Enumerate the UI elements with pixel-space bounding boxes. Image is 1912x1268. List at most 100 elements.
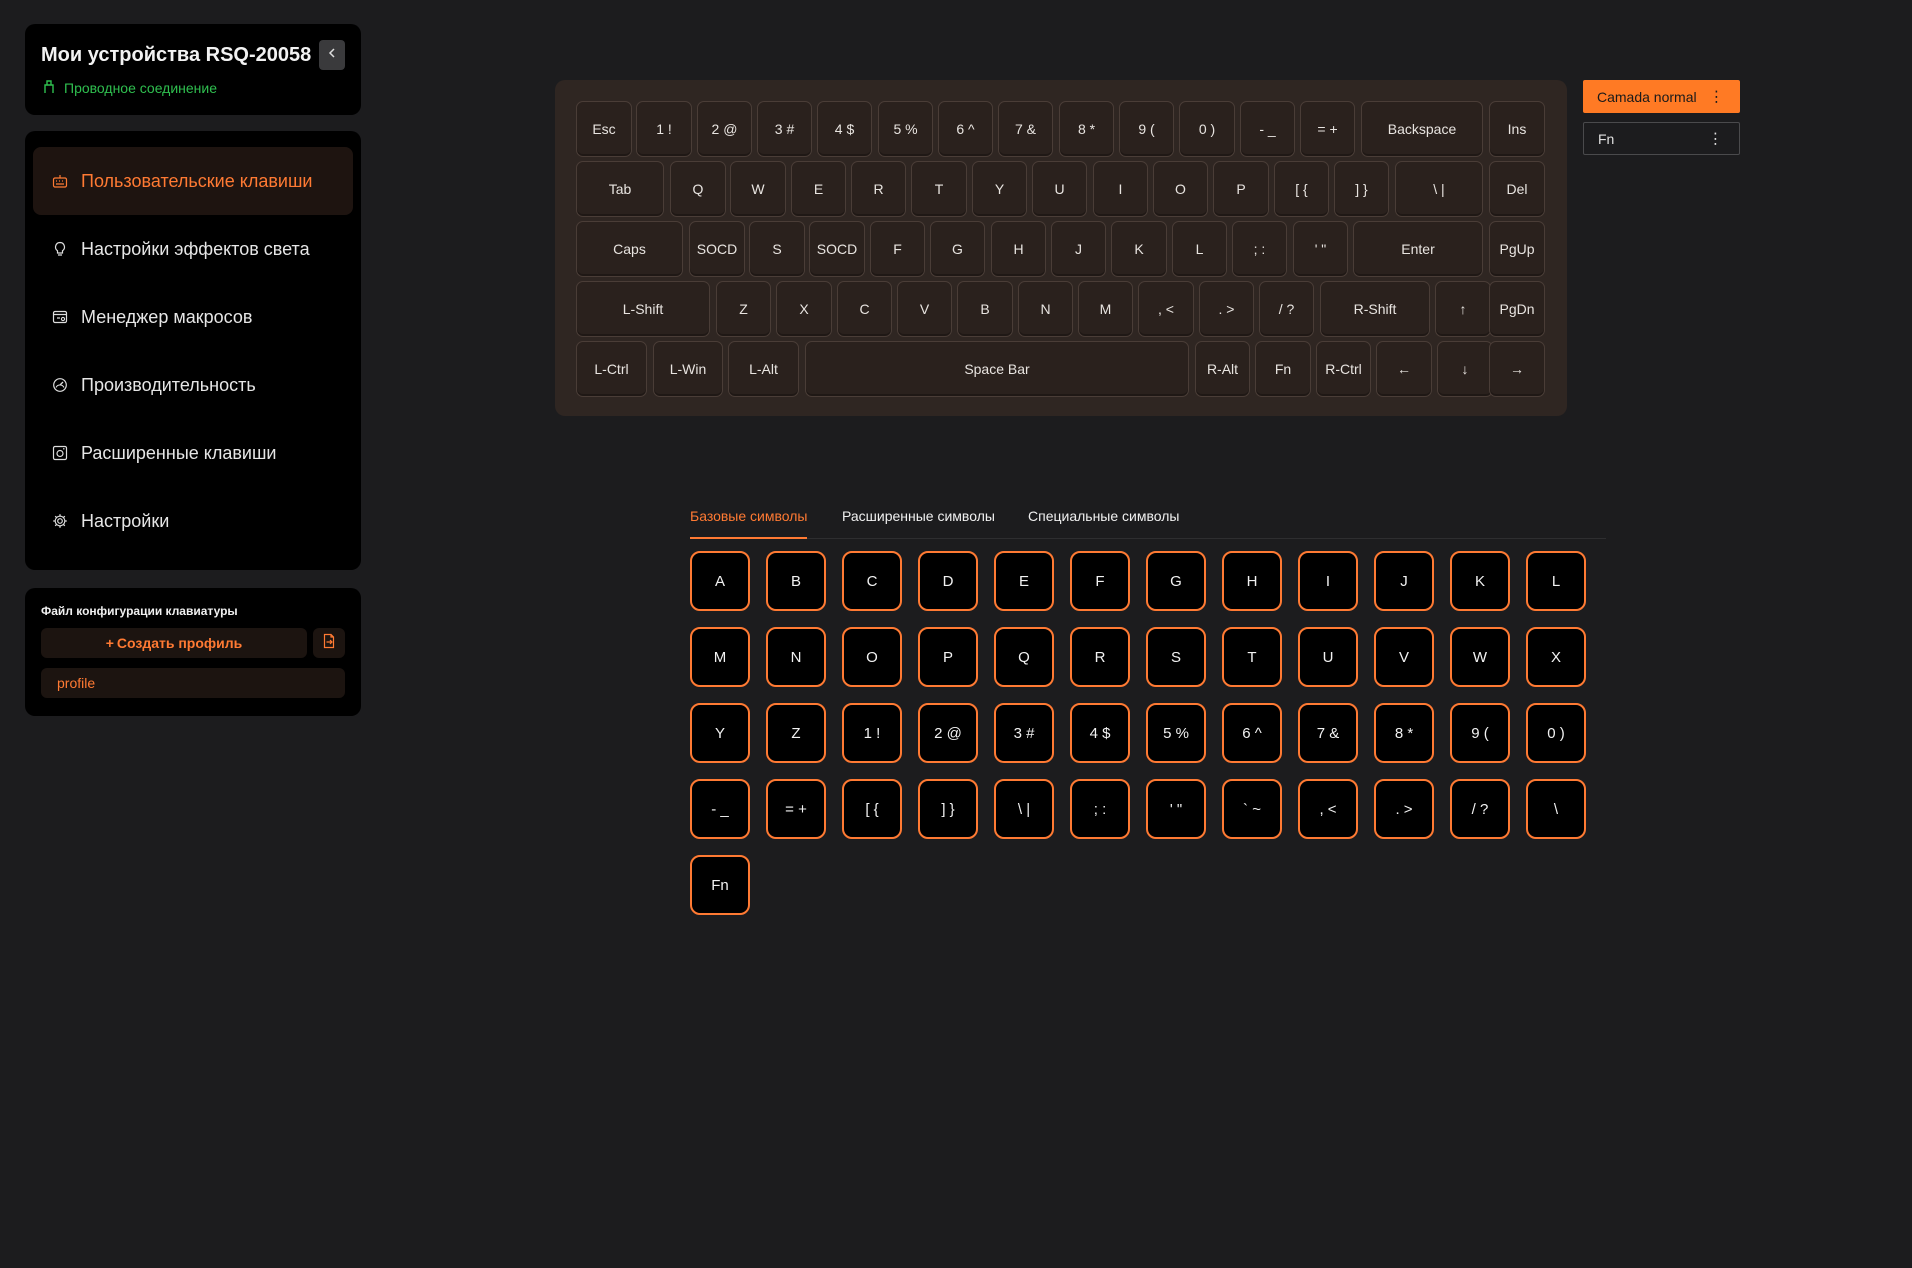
symbol-key[interactable]: Z <box>766 703 826 763</box>
symbol-key[interactable]: A <box>690 551 750 611</box>
symbol-key[interactable]: 3 # <box>994 703 1054 763</box>
key[interactable]: ; : <box>1232 221 1287 277</box>
symbol-key[interactable]: T <box>1222 627 1282 687</box>
key[interactable]: SOCD <box>809 221 865 277</box>
nav-item-macro-manager[interactable]: Менеджер макросов <box>33 283 353 351</box>
key[interactable]: ← <box>1376 341 1432 397</box>
key[interactable]: S <box>749 221 805 277</box>
key[interactable]: ↑ <box>1435 281 1491 337</box>
key[interactable]: U <box>1032 161 1087 217</box>
key[interactable]: ] } <box>1334 161 1389 217</box>
key[interactable]: I <box>1093 161 1148 217</box>
symbol-key[interactable]: X <box>1526 627 1586 687</box>
key[interactable]: K <box>1111 221 1167 277</box>
nav-item-performance[interactable]: Производительность <box>33 351 353 419</box>
key[interactable]: → <box>1489 341 1545 397</box>
key[interactable]: Space Bar <box>805 341 1189 397</box>
tab-extended-symbols[interactable]: Расширенные символы <box>842 508 995 537</box>
symbol-key[interactable]: J <box>1374 551 1434 611</box>
more-options-icon[interactable]: ⋮ <box>1708 131 1723 146</box>
key[interactable]: V <box>897 281 952 337</box>
symbol-key[interactable]: R <box>1070 627 1130 687</box>
key[interactable]: / ? <box>1259 281 1314 337</box>
symbol-key[interactable]: V <box>1374 627 1434 687</box>
key[interactable]: B <box>957 281 1013 337</box>
key[interactable]: N <box>1018 281 1073 337</box>
key[interactable]: 8 * <box>1059 101 1114 157</box>
key[interactable]: 3 # <box>757 101 812 157</box>
create-profile-button[interactable]: + Создать профиль <box>41 628 307 658</box>
symbol-key[interactable]: 4 $ <box>1070 703 1130 763</box>
symbol-key[interactable]: S <box>1146 627 1206 687</box>
key[interactable]: , < <box>1138 281 1194 337</box>
key[interactable]: ' " <box>1293 221 1348 277</box>
symbol-key[interactable]: M <box>690 627 750 687</box>
symbol-key[interactable]: D <box>918 551 978 611</box>
key[interactable]: 6 ^ <box>938 101 993 157</box>
symbol-key[interactable]: C <box>842 551 902 611</box>
key[interactable]: - _ <box>1240 101 1295 157</box>
symbol-key[interactable]: / ? <box>1450 779 1510 839</box>
key[interactable]: Backspace <box>1361 101 1483 157</box>
key[interactable]: Caps <box>576 221 683 277</box>
nav-item-custom-keys[interactable]: Пользовательские клавиши <box>33 147 353 215</box>
key[interactable]: 7 & <box>998 101 1053 157</box>
symbol-key[interactable]: [ { <box>842 779 902 839</box>
key[interactable]: W <box>730 161 786 217</box>
symbol-key[interactable]: , < <box>1298 779 1358 839</box>
tab-basic-symbols[interactable]: Базовые символы <box>690 508 808 539</box>
symbol-key[interactable]: O <box>842 627 902 687</box>
symbol-key[interactable]: I <box>1298 551 1358 611</box>
profile-list-item[interactable]: profile <box>41 668 345 698</box>
export-profile-button[interactable] <box>313 628 345 658</box>
key[interactable]: 0 ) <box>1179 101 1235 157</box>
key[interactable]: L-Win <box>653 341 723 397</box>
key[interactable]: L <box>1172 221 1227 277</box>
key[interactable]: 2 @ <box>697 101 752 157</box>
key[interactable]: Esc <box>576 101 632 157</box>
key[interactable]: F <box>870 221 925 277</box>
key[interactable]: O <box>1153 161 1208 217</box>
key[interactable]: R-Alt <box>1195 341 1250 397</box>
key[interactable]: 9 ( <box>1119 101 1174 157</box>
collapse-sidebar-button[interactable] <box>319 40 345 70</box>
symbol-key[interactable]: 9 ( <box>1450 703 1510 763</box>
symbol-key[interactable]: - _ <box>690 779 750 839</box>
symbol-key[interactable]: U <box>1298 627 1358 687</box>
symbol-key[interactable]: Y <box>690 703 750 763</box>
key[interactable]: Z <box>716 281 771 337</box>
symbol-key[interactable]: \ <box>1526 779 1586 839</box>
key[interactable]: PgDn <box>1489 281 1545 337</box>
key[interactable]: 1 ! <box>636 101 692 157</box>
key[interactable]: P <box>1213 161 1269 217</box>
symbol-key[interactable]: B <box>766 551 826 611</box>
symbol-key[interactable]: F <box>1070 551 1130 611</box>
key[interactable]: E <box>791 161 846 217</box>
key[interactable]: PgUp <box>1489 221 1545 277</box>
key[interactable]: Tab <box>576 161 664 217</box>
key[interactable]: L-Ctrl <box>576 341 647 397</box>
symbol-key[interactable]: ` ~ <box>1222 779 1282 839</box>
key[interactable]: . > <box>1199 281 1254 337</box>
key[interactable]: Fn <box>1255 341 1311 397</box>
key[interactable]: [ { <box>1274 161 1329 217</box>
key[interactable]: J <box>1051 221 1106 277</box>
key[interactable]: M <box>1078 281 1133 337</box>
key[interactable]: L-Alt <box>728 341 799 397</box>
key[interactable]: Enter <box>1353 221 1483 277</box>
layer-normal-button[interactable]: Camada normal ⋮ <box>1583 80 1740 113</box>
key[interactable]: ↓ <box>1437 341 1493 397</box>
symbol-key[interactable]: W <box>1450 627 1510 687</box>
more-options-icon[interactable]: ⋮ <box>1709 89 1724 104</box>
layer-fn-button[interactable]: Fn ⋮ <box>1583 122 1740 155</box>
symbol-key[interactable]: 1 ! <box>842 703 902 763</box>
symbol-key[interactable]: 8 * <box>1374 703 1434 763</box>
symbol-key[interactable]: = + <box>766 779 826 839</box>
key[interactable]: R-Shift <box>1320 281 1430 337</box>
symbol-key[interactable]: H <box>1222 551 1282 611</box>
symbol-key[interactable]: ; : <box>1070 779 1130 839</box>
symbol-key[interactable]: 7 & <box>1298 703 1358 763</box>
key[interactable]: 5 % <box>878 101 933 157</box>
symbol-key[interactable]: . > <box>1374 779 1434 839</box>
symbol-key[interactable]: 6 ^ <box>1222 703 1282 763</box>
